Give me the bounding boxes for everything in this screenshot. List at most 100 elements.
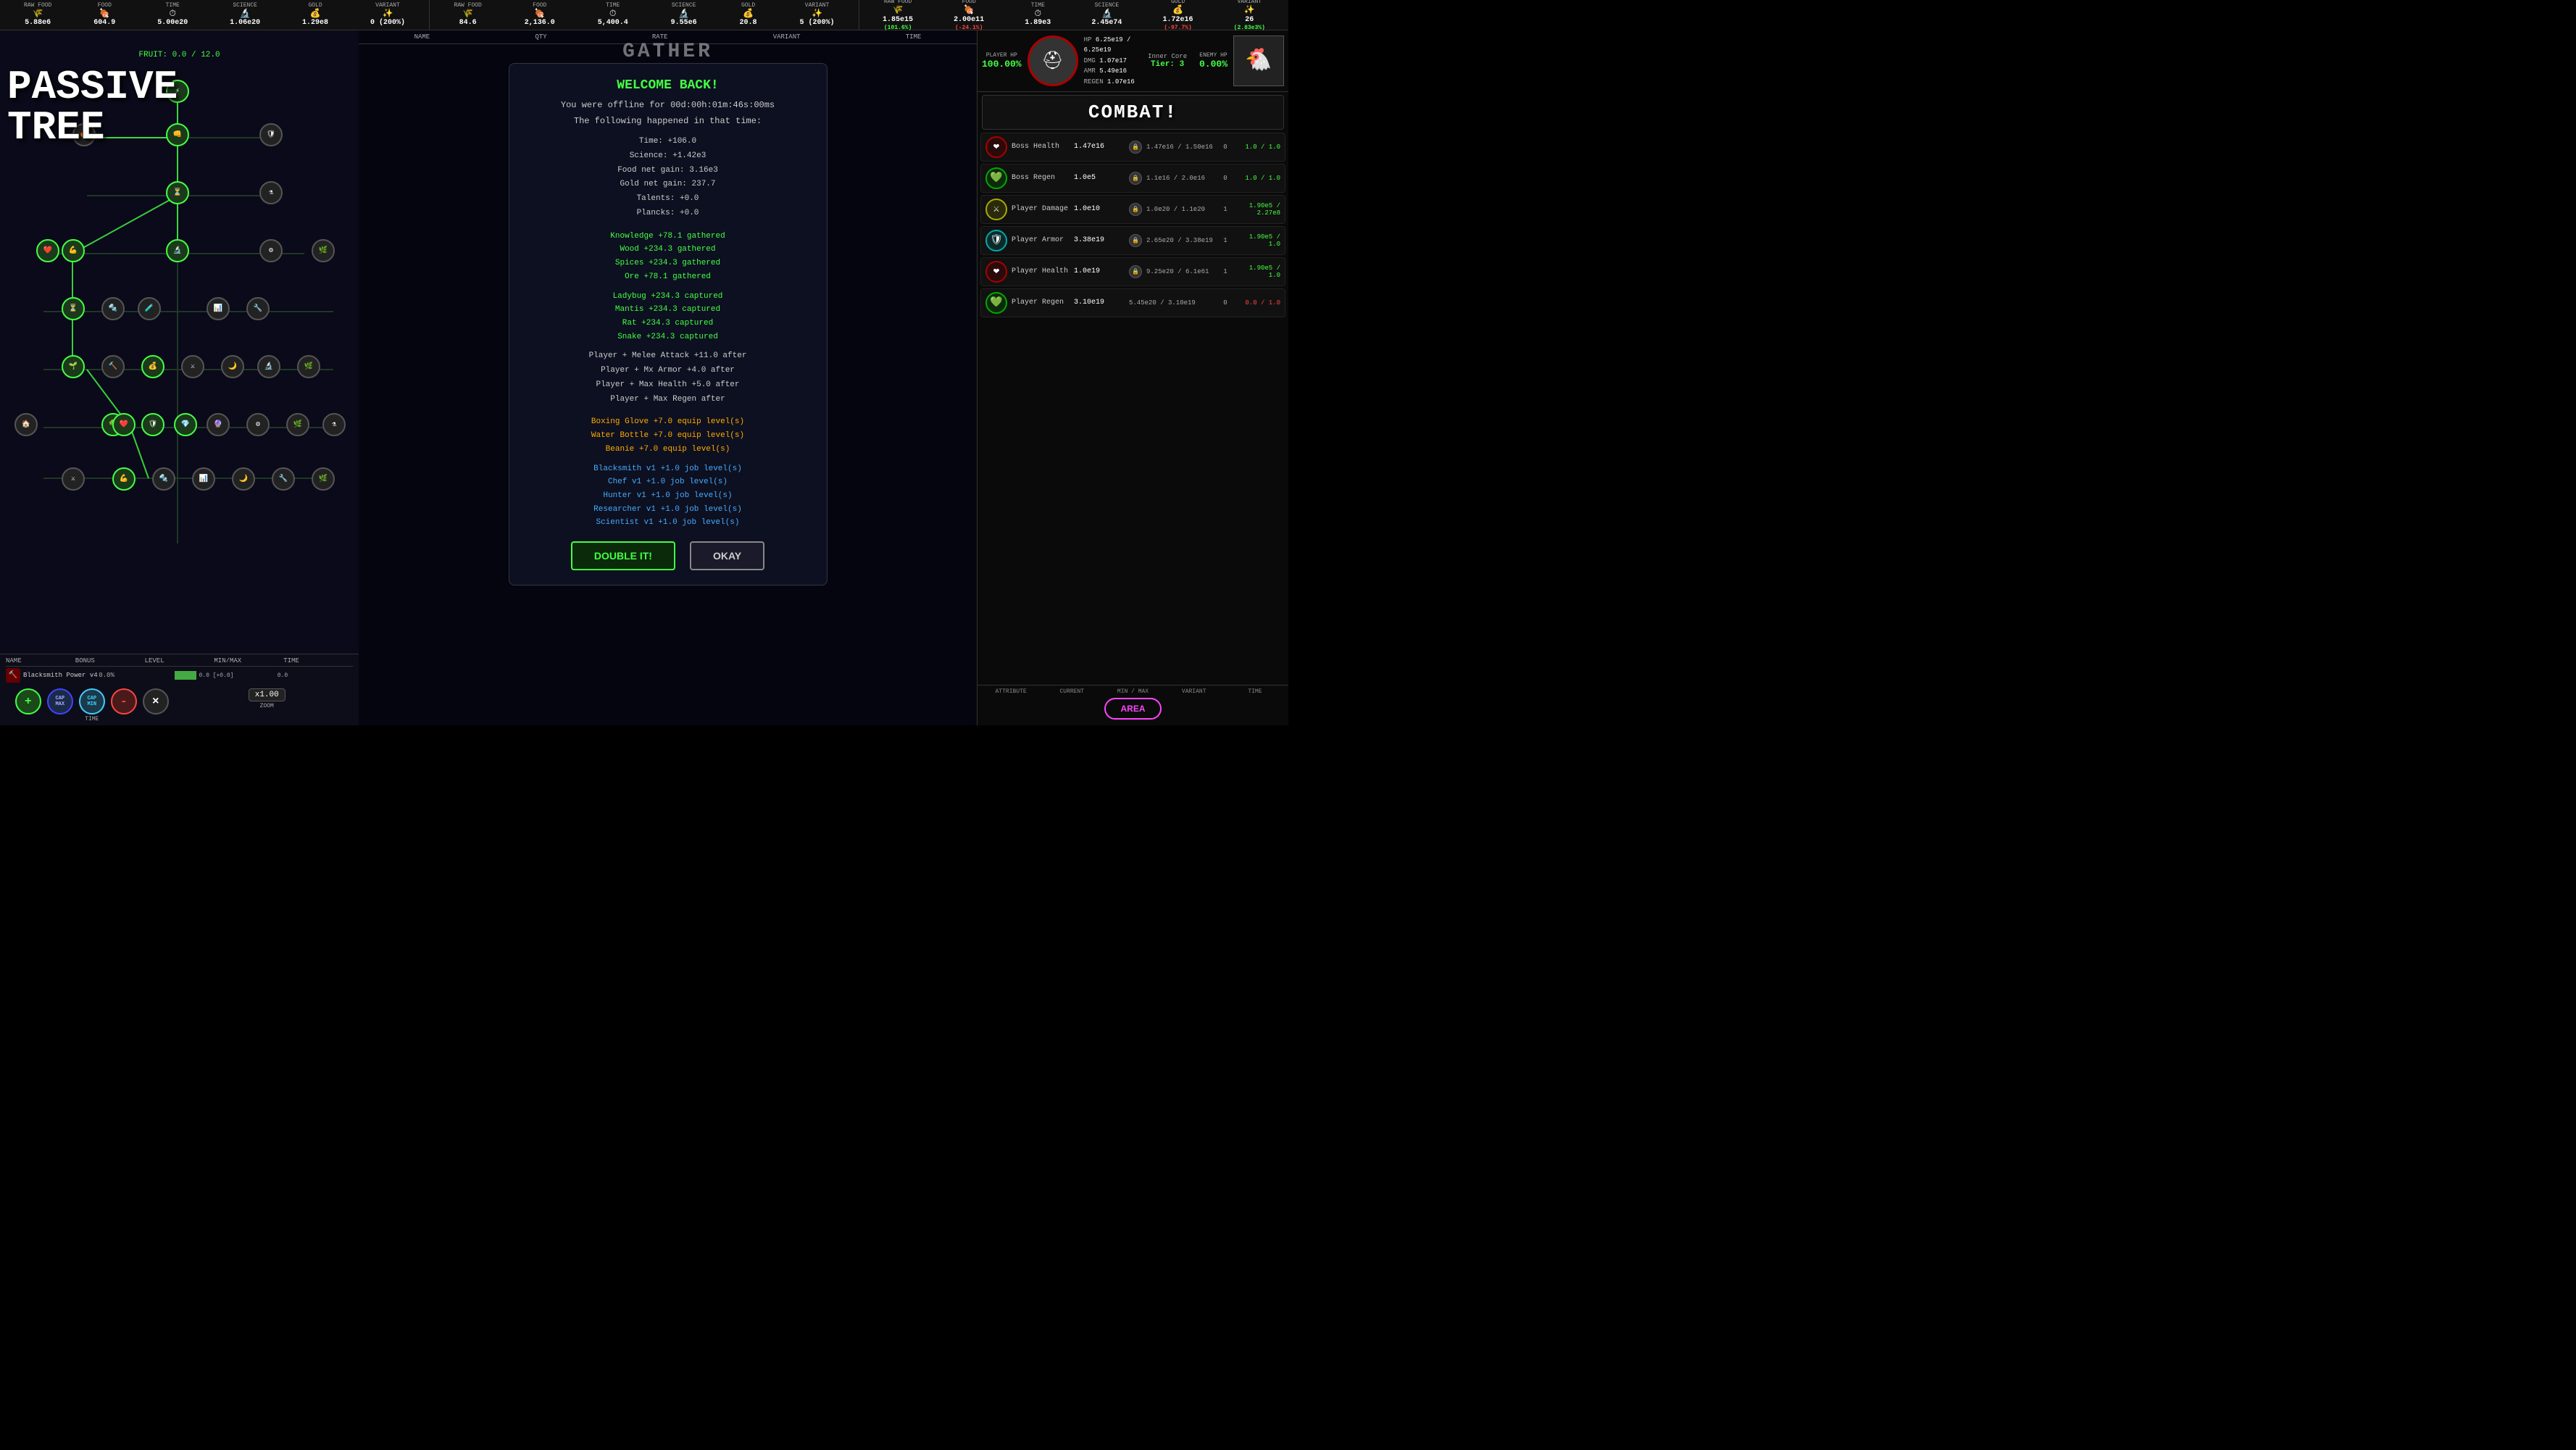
stat-lock-player-damage[interactable]: 🔒 <box>1129 203 1142 216</box>
tree-node-r6-5[interactable]: 🌙 <box>221 355 244 378</box>
boss-regen-row: 💚 Boss Regen 1.0e5 🔒 1.1e16 / 2.0e16 0 1… <box>980 164 1285 193</box>
enemy-hp-label: ENEMY HP <box>1199 52 1227 59</box>
main-layout: FRUIT: 0.0 / 12.0 PASSIVE TREE <box>0 30 1288 725</box>
tree-node-r3-2[interactable]: ⚗ <box>259 181 283 204</box>
zoom-display: x1.00 <box>249 688 285 701</box>
tree-node-r8-5[interactable]: 🌙 <box>232 467 255 491</box>
welcome-back-title: WELCOME BACK! <box>524 78 812 93</box>
tree-node-r6-4[interactable]: ⚔ <box>181 355 204 378</box>
tree-node-r5-4[interactable]: 📊 <box>207 297 230 320</box>
double-it-button[interactable]: DOUBLE IT! <box>571 541 675 570</box>
tree-node-r5-3[interactable]: 🧪 <box>138 297 161 320</box>
player-damage-icon: ⚔ <box>985 199 1007 220</box>
tree-node-r6-7[interactable]: 🌿 <box>297 355 320 378</box>
tree-node-r7-3[interactable]: ❤️ <box>112 413 136 436</box>
tree-node-r8-2[interactable]: 💪 <box>112 467 136 491</box>
resource-bar-left: RAW FOOD 🌾 5.88e6 FOOD 🍖 604.9 TIME ⏱ 5.… <box>0 0 430 30</box>
tree-node-r8-1[interactable]: ⚔ <box>62 467 85 491</box>
player-stats-grid: HP 6.25e19 / 6.25e19 DMG 1.07e17 AMR 5.4… <box>1084 35 1136 87</box>
enemy-hp-value: 0.00% <box>1199 59 1227 70</box>
player-damage-row: ⚔ Player Damage 1.0e10 🔒 1.0e20 / 1.1e20… <box>980 195 1285 224</box>
job-icon-blacksmith: 🔨 <box>6 668 20 683</box>
tree-node-r5-2[interactable]: 🔩 <box>101 297 125 320</box>
tree-node-r4-4[interactable]: ⚙ <box>259 239 283 262</box>
tree-node-health[interactable]: ❤️ <box>36 239 59 262</box>
attribute-section: ATTRIBUTE CURRENT MIN / MAX VARIANT TIME… <box>978 685 1288 725</box>
tree-node-r8-4[interactable]: 📊 <box>192 467 215 491</box>
tree-node-r6-6[interactable]: 🔬 <box>257 355 280 378</box>
tree-node-r2-2[interactable]: 👊 <box>166 123 189 146</box>
offline-section-title: The following happened in that time: <box>524 116 812 126</box>
player-regen-row: 💚 Player Regen 3.10e19 5.45e20 / 3.10e19… <box>980 288 1285 317</box>
tree-node-r4-5[interactable]: 🌿 <box>312 239 335 262</box>
area-button[interactable]: AREA <box>1104 698 1161 720</box>
stat-lock-boss-regen[interactable]: 🔒 <box>1129 172 1142 185</box>
variant-right: VARIANT ✨ 26 (2.83e3%) <box>1234 0 1265 31</box>
tree-node-r2-3[interactable]: 🛡 <box>259 123 283 146</box>
offline-job-levels: Blacksmith v1 +1.0 job level(s) Chef v1 … <box>524 462 812 530</box>
tree-node-r7-4[interactable]: 🛡 <box>141 413 164 436</box>
cap-min-button[interactable]: CAP MIN <box>79 688 105 714</box>
boss-regen-icon: 💚 <box>985 167 1007 189</box>
tree-node-r8-7[interactable]: 🌿 <box>312 467 335 491</box>
add-time-button[interactable]: + <box>15 688 41 714</box>
tree-node-r7-8[interactable]: 🌿 <box>286 413 309 436</box>
variant-left: VARIANT ✨ 0 (200%) <box>370 2 405 28</box>
tree-node-r7-5[interactable]: 💎 <box>174 413 197 436</box>
tree-node-r3-1[interactable]: ⏳ <box>166 181 189 204</box>
player-avatar: ⛑ <box>1028 36 1078 86</box>
food-center: FOOD 🍖 2,136.0 <box>525 2 555 28</box>
tree-node-r4-2[interactable]: 💪 <box>62 239 85 262</box>
tree-node-top[interactable]: ⚡ <box>166 80 189 103</box>
tree-node-r7-6[interactable]: 🔮 <box>207 413 230 436</box>
bottom-controls: NAME BONUS LEVEL MIN/MAX TIME 🔨 Blacksmi… <box>0 654 359 725</box>
attr-table-header: ATTRIBUTE CURRENT MIN / MAX VARIANT TIME <box>982 688 1284 695</box>
combat-header: PLAYER HP 100.00% ⛑ HP 6.25e19 / 6.25e19… <box>978 30 1288 92</box>
tree-node-r5-1[interactable]: ⏳ <box>62 297 85 320</box>
tree-node-r7-9[interactable]: ⚗ <box>322 413 346 436</box>
tree-node-r6-2[interactable]: 🔨 <box>101 355 125 378</box>
science-center: SCIENCE 🔬 9.55e6 <box>671 2 697 28</box>
tree-node-r6-1[interactable]: 🌱 <box>62 355 85 378</box>
tree-node-r4-3[interactable]: 🔬 <box>166 239 189 262</box>
tree-node-r8-3[interactable]: 🔩 <box>152 467 175 491</box>
food-left: FOOD 🍖 604.9 <box>93 2 115 28</box>
job-row-blacksmith[interactable]: 🔨 Blacksmith Power v4 0.0% 0.0 [+0.0] 0.… <box>6 668 353 683</box>
raw-food-right: RAW FOOD 🌾 1.85e15 (101.6%) <box>883 0 913 31</box>
inner-core-info: Inner Core Tier: 3 <box>1141 53 1193 69</box>
stat-lock-boss-health[interactable]: 🔒 <box>1129 141 1142 154</box>
fruit-bar: FRUIT: 0.0 / 12.0 <box>0 51 359 59</box>
job-table-header: NAME BONUS LEVEL MIN/MAX TIME <box>6 657 353 667</box>
tree-node-r6-3[interactable]: 💰 <box>141 355 164 378</box>
tree-node-r7-7[interactable]: ⚙ <box>246 413 270 436</box>
player-hp-label: PLAYER HP <box>986 52 1017 59</box>
offline-player-upgrades: Player + Melee Attack +11.0 after Player… <box>524 349 812 407</box>
tree-node-r5-5[interactable]: 🔧 <box>246 297 270 320</box>
time-right: TIME ⏱ 1.89e3 <box>1025 2 1051 28</box>
offline-progress-dialog: WELCOME BACK! You were offline for 00d:0… <box>509 63 828 586</box>
combat-button[interactable]: COMBAT! <box>982 95 1284 130</box>
left-panel-passive-tree: FRUIT: 0.0 / 12.0 PASSIVE TREE <box>0 30 359 725</box>
close-time-button[interactable]: × <box>143 688 169 714</box>
center-panel-gather: NAME QTY RATE VARIANT TIME GATHER WELCOM… <box>359 30 977 725</box>
stat-lock-player-health[interactable]: 🔒 <box>1129 265 1142 278</box>
offline-stats: Time: +106.0 Science: +1.42e3 Food net g… <box>524 135 812 221</box>
time-controls: + CAP MAX CAP MIN - × <box>6 688 178 714</box>
time-center: TIME ⏱ 5,400.4 <box>598 2 628 28</box>
okay-button[interactable]: OKAY <box>690 541 764 570</box>
right-panel-combat: PLAYER HP 100.00% ⛑ HP 6.25e19 / 6.25e19… <box>977 30 1288 725</box>
player-health-row: ❤ Player Health 1.0e19 🔒 9.25e20 / 6.1e6… <box>980 257 1285 286</box>
stat-lock-player-armor[interactable]: 🔒 <box>1129 234 1142 247</box>
cap-max-button[interactable]: CAP MAX <box>47 688 73 714</box>
science-right: SCIENCE 🔬 2.45e74 <box>1091 2 1122 28</box>
top-resource-bar: RAW FOOD 🌾 5.88e6 FOOD 🍖 604.9 TIME ⏱ 5.… <box>0 0 1288 30</box>
raw-food-center: RAW FOOD 🌾 84.6 <box>454 2 481 28</box>
tree-node-r8-6[interactable]: 🔧 <box>272 467 295 491</box>
tree-node-r2-1[interactable]: 🔥 <box>72 123 96 146</box>
tree-node-r7-1[interactable]: 🏠 <box>14 413 38 436</box>
science-left: SCIENCE 🔬 1.06e20 <box>230 2 260 28</box>
job-progress-bar <box>175 671 196 680</box>
variant-center: VARIANT ✨ 5 (200%) <box>799 2 834 28</box>
offline-captured: Ladybug +234.3 captured Mantis +234.3 ca… <box>524 290 812 344</box>
subtract-time-button[interactable]: - <box>111 688 137 714</box>
